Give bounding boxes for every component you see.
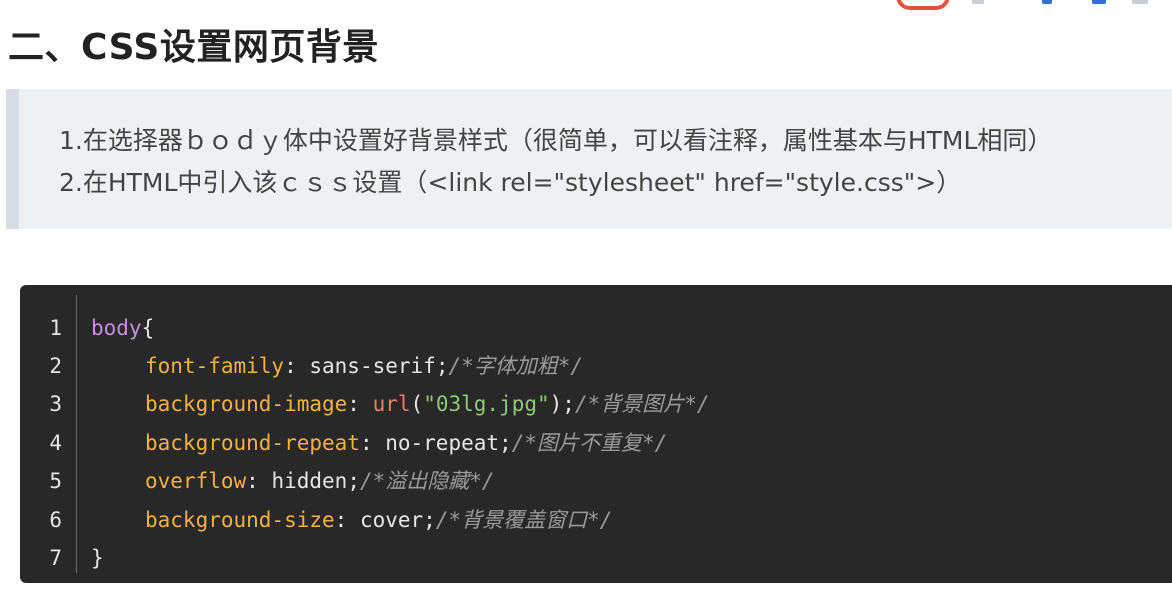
code-line: background-size: cover;/*背景覆盖窗口*/ [91,501,612,539]
line-number: 4 [49,431,62,455]
code-comment: /*图片不重复*/ [511,431,668,455]
css-selector: body [91,316,142,340]
code-line: background-repeat: no-repeat;/*图片不重复*/ [91,424,667,462]
line-number-gutter: 1 2 3 4 5 6 7 [20,295,77,573]
semicolon: ; [347,469,360,493]
code-comment: /*字体加粗*/ [448,354,584,378]
toolbar-icon [972,0,984,4]
top-toolbar-fragment [896,0,1172,12]
open-brace: { [141,316,155,340]
code-comment: /*背景图片*/ [574,392,710,416]
quote-block: 1.在选择器ｂｏｄｙ体中设置好背景样式（很简单，可以看注释，属性基本与HTML相… [6,89,1172,229]
css-value: cover [359,508,424,532]
code-line: overflow: hidden;/*溢出隐藏*/ [91,462,495,500]
css-function: url [372,392,411,416]
code-comment: /*溢出隐藏*/ [359,469,495,493]
paren-open: ( [410,392,424,416]
css-property: background-size [145,508,335,532]
code-comment: /*背景覆盖窗口*/ [435,508,613,532]
semicolon: ; [499,431,512,455]
separator: : [246,469,272,493]
toolbar-icon [1042,0,1052,4]
code-line: } [91,539,104,577]
line-number: 3 [49,392,62,416]
line-number: 7 [49,546,62,570]
quote-line: 1.在选择器ｂｏｄｙ体中设置好背景样式（很简单，可以看注释，属性基本与HTML相… [59,126,1053,155]
paren-close: ) [549,392,563,416]
line-number: 5 [49,469,62,493]
toolbar-icon [1092,0,1106,4]
code-line: font-family: sans-serif;/*字体加粗*/ [91,347,583,385]
logo-fragment [896,0,950,10]
line-number: 1 [49,316,62,340]
separator: : [284,354,310,378]
css-property: overflow [145,469,247,493]
semicolon: ; [435,354,449,378]
line-number: 6 [49,508,62,532]
separator: : [334,508,360,532]
css-property: background-repeat [145,431,360,455]
code-block: 1 2 3 4 5 6 7 body{ font-family: sans-se… [20,285,1172,583]
css-value: hidden [271,469,348,493]
close-brace: } [91,546,104,570]
code-line: body{ [91,309,154,347]
css-property: font-family [145,354,285,378]
section-heading: 二、CSS设置网页背景 [8,27,379,68]
line-number: 2 [49,354,62,378]
semicolon: ; [423,508,436,532]
separator: : [359,431,386,455]
css-property: background-image [145,392,348,416]
css-value: sans-serif [309,354,436,378]
code-line: background-image: url("03lg.jpg");/*背景图片… [91,385,710,423]
css-value: no-repeat [385,431,500,455]
css-string: "03lg.jpg" [423,392,550,416]
quote-line: 2.在HTML中引入该ｃｓｓ设置（<link rel="stylesheet" … [59,168,962,197]
toolbar-icon [1132,0,1148,4]
separator: : [347,392,373,416]
semicolon: ; [562,392,575,416]
